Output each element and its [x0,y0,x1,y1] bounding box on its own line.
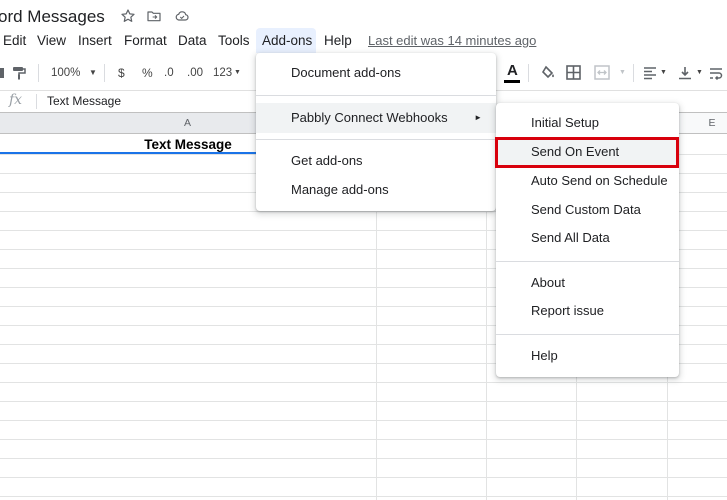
formula-divider [36,94,37,109]
chevron-down-icon[interactable]: ▼ [234,58,241,88]
toolbar-divider [38,64,39,82]
menu-data[interactable]: Data [172,28,213,53]
menu-addons[interactable]: Add-ons [256,28,316,53]
grid-row-line [0,382,727,383]
grid-row-line [0,458,727,459]
more-formats-button[interactable]: 123 [213,58,232,88]
star-icon[interactable] [120,8,136,24]
menu-item-manage-addons[interactable]: Manage add-ons [256,176,496,204]
toolbar-divider [528,64,529,82]
menu-item-get-addons[interactable]: Get add-ons [256,147,496,175]
submenu-item-report-issue[interactable]: Report issue [496,297,679,325]
toolbar-divider [633,64,634,82]
toolbar-divider [104,64,105,82]
menu-item-pabbly-connect-webhooks[interactable]: Pabbly Connect Webhooks ► [256,103,496,133]
percent-format-button[interactable]: % [142,58,153,88]
menu-tools[interactable]: Tools [212,28,256,53]
chevron-down-icon[interactable]: ▼ [660,58,667,88]
grid-row-line [0,401,727,402]
menu-view[interactable]: View [31,28,72,53]
menu-divider [496,334,679,335]
menu-divider [256,95,496,96]
fill-color-icon[interactable] [540,65,556,81]
chevron-down-icon[interactable]: ▼ [696,58,703,88]
highlight-annotation-box [495,137,679,168]
grid-row-line [0,496,727,497]
column-header-e[interactable]: E [697,113,727,133]
chevron-down-icon[interactable]: ▼ [89,58,97,88]
currency-format-button[interactable]: $ [118,58,125,88]
document-title[interactable]: ord Messages [0,7,105,27]
menu-item-label: Pabbly Connect Webhooks [291,110,448,125]
submenu-item-send-custom-data[interactable]: Send Custom Data [496,196,679,224]
menu-divider [496,261,679,262]
submenu-item-initial-setup[interactable]: Initial Setup [496,109,679,137]
borders-icon[interactable] [566,65,581,81]
text-wrap-icon[interactable] [709,66,723,80]
merge-cells-icon[interactable] [594,65,610,81]
menu-divider [256,139,496,140]
grid-row-line [0,477,727,478]
submenu-item-about[interactable]: About [496,269,679,297]
increase-decimal-button[interactable]: .00 [187,58,203,88]
menu-edit[interactable]: Edit [0,28,32,53]
formula-input[interactable]: Text Message [47,94,121,108]
chevron-down-icon[interactable]: ▼ [619,58,626,88]
grid-row-line [0,439,727,440]
menu-item-document-addons[interactable]: Document add-ons [256,59,496,87]
cloud-status-icon[interactable] [174,8,190,24]
last-edit-link[interactable]: Last edit was 14 minutes ago [368,28,536,53]
decrease-decimal-button[interactable]: .0 [164,58,174,88]
text-color-swatch [504,80,520,83]
addons-menu: Document add-ons Pabbly Connect Webhooks… [256,53,496,211]
menu-help[interactable]: Help [318,28,358,53]
text-color-button[interactable]: A [507,58,518,88]
fx-icon: fx [9,92,23,108]
submenu-item-send-all-data[interactable]: Send All Data [496,224,679,252]
zoom-select[interactable]: 100% [51,58,80,88]
submenu-item-help[interactable]: Help [496,342,679,370]
submenu-item-auto-send-on-schedule[interactable]: Auto Send on Schedule [496,167,679,195]
paint-format-icon[interactable] [12,66,26,80]
submenu-arrow-icon: ► [474,113,482,122]
horizontal-align-icon[interactable] [643,66,657,80]
menu-bar: Edit View Insert Format Data Tools Add-o… [0,28,727,53]
move-folder-icon[interactable] [146,8,162,24]
grid-row-line [0,420,727,421]
menu-format[interactable]: Format [118,28,173,53]
print-icon[interactable] [0,66,4,80]
vertical-align-icon[interactable] [678,66,692,80]
menu-insert[interactable]: Insert [72,28,118,53]
